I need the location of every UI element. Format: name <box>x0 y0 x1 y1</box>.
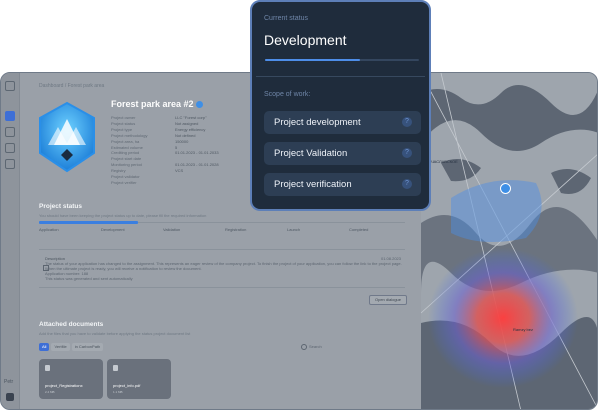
status-progress-fill <box>39 221 138 224</box>
info-row: Project verifier <box>111 180 243 186</box>
help-icon[interactable]: ? <box>402 117 412 127</box>
pin-icon[interactable] <box>500 183 511 194</box>
scope-item[interactable]: Project verification? <box>264 173 421 196</box>
scope-item[interactable]: Project Validation? <box>264 142 421 165</box>
description-checkbox[interactable] <box>43 265 49 271</box>
info-value: VCS <box>175 168 184 174</box>
file-size: 1.1 MB <box>113 390 123 394</box>
file-name: project_info.pdf <box>113 383 141 388</box>
scope-item[interactable]: Project development? <box>264 111 421 134</box>
project-title-text: Forest park area #2 <box>111 99 194 109</box>
documents-subtitle: Add the files that you have to validate … <box>39 331 191 336</box>
description-text: The status of your application has chang… <box>45 261 402 271</box>
verified-icon <box>195 101 203 109</box>
status-step[interactable]: Launch <box>287 227 300 232</box>
current-status-value: Development <box>264 32 347 48</box>
grid-icon[interactable] <box>5 111 15 121</box>
status-step[interactable]: Application <box>39 227 59 232</box>
search-icon <box>301 344 307 350</box>
search-placeholder: Search <box>309 344 322 350</box>
status-step[interactable]: Validation <box>163 227 180 232</box>
document-tab[interactable]: in CarbonPath <box>71 343 104 351</box>
open-dialogue-button[interactable]: Open dialogue <box>369 295 407 305</box>
map-label: Ramzy bez <box>513 327 534 332</box>
file-name: project_Registrationx <box>45 383 83 388</box>
help-icon[interactable]: ? <box>402 148 412 158</box>
status-track <box>265 59 419 61</box>
project-status-subtitle: You should have been keeping the project… <box>39 213 207 218</box>
file-card[interactable]: project_info.pdf 1.1 MB <box>107 359 171 399</box>
scope-item-label: Project verification <box>274 179 352 190</box>
auto-note: This status was generated and sent autom… <box>45 276 133 281</box>
status-step[interactable]: Completed <box>349 227 368 232</box>
status-step[interactable]: Registration <box>225 227 246 232</box>
cart-icon[interactable] <box>5 159 15 169</box>
logout-icon[interactable] <box>6 393 14 401</box>
file-icon <box>45 365 50 371</box>
current-status-label: Current status <box>264 15 308 22</box>
info-value: 01.01.2023 - 01.01.2033 <box>175 150 219 156</box>
scope-item-label: Project development <box>274 117 361 128</box>
map-view[interactable]: ЧАСЛАВСКОЕ Ramzy bez <box>421 73 597 409</box>
search-field[interactable]: Search <box>301 344 322 350</box>
scope-item-label: Project Validation <box>274 148 348 159</box>
info-key: Project verifier <box>111 179 137 185</box>
document-tabs: All Vertfile in CarbonPath <box>39 343 105 352</box>
user-name: Petr <box>4 379 14 385</box>
project-info: Project owner LLC "Forest corp" Project st… <box>111 115 243 186</box>
documents-title: Attached documents <box>39 321 104 328</box>
help-icon[interactable]: ? <box>402 179 412 189</box>
project-title: Forest park area #2 <box>111 99 203 109</box>
document-tab[interactable]: All <box>39 343 50 351</box>
status-track-fill <box>265 59 361 61</box>
description-date: 01.08.2023 <box>380 256 401 261</box>
status-steps: Application Development Validation Registra… <box>39 227 405 241</box>
project-status-title: Project status <box>39 203 82 210</box>
divider <box>39 249 405 250</box>
document-tab[interactable]: Vertfile <box>51 343 70 351</box>
breadcrumb[interactable]: Dashboard / Forest park area <box>39 83 104 89</box>
home-icon[interactable] <box>5 81 15 91</box>
file-card[interactable]: project_Registrationx 2.4 MB <box>39 359 103 399</box>
status-description: Description 01.08.2023 The status of you… <box>43 256 403 281</box>
map-canvas <box>421 73 597 409</box>
file-size: 2.4 MB <box>45 390 55 394</box>
scope-label: Scope of work: <box>264 91 311 98</box>
status-step[interactable]: Development <box>101 227 125 232</box>
map-icon[interactable] <box>5 143 15 153</box>
divider <box>39 287 405 288</box>
file-icon <box>113 365 118 371</box>
file-icon[interactable] <box>5 127 15 137</box>
status-panel: Current status Development Scope of work… <box>250 0 431 211</box>
project-badge <box>39 101 95 173</box>
side-rail: Petr <box>1 73 20 409</box>
divider <box>256 76 425 77</box>
map-label: ЧАСЛАВСКОЕ <box>431 159 458 164</box>
